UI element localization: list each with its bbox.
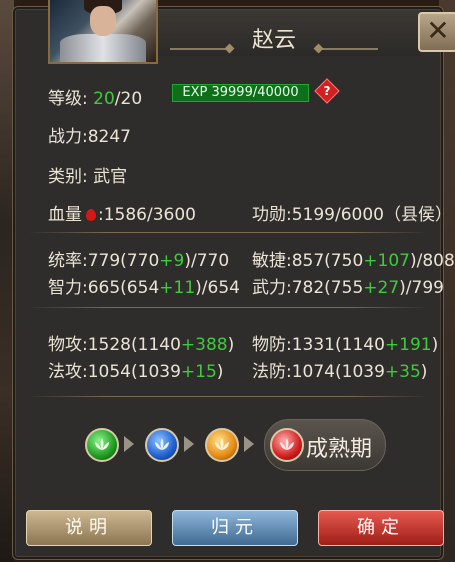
stat-mag-atk-bonus: +15 [180,362,217,382]
stat-mag-atk-base: 法攻:1054(1039 [48,362,181,382]
level-label: 等级: [48,89,88,109]
close-button[interactable]: ✕ [418,12,455,52]
confirm-button[interactable]: 确定 [318,510,444,546]
title-ornament-right [318,48,378,50]
level-current: 20 [93,89,115,109]
hero-name: 赵云 [251,28,296,53]
stat-phys-def-close: ) [431,335,439,355]
stat-mag-atk-close: ) [216,362,224,382]
stat-force: 武力:782(755+27)/799 [252,273,444,298]
reset-button[interactable]: 归元 [172,510,298,546]
stat-intellect-bonus: +11 [159,278,196,298]
arrow-right-icon [124,436,134,452]
stat-command: 统率:779(770+9)/770 [48,246,229,271]
growth-stage-4-lotus-icon[interactable] [270,428,304,462]
stat-phys-def: 物防:1331(1140+191) [252,330,438,355]
stat-intellect-max: )/654 [195,278,240,298]
stat-mag-atk: 法攻:1054(1039+15) [48,357,223,382]
merit-text: 功勋:5199/6000（县侯） [252,205,452,225]
hp-label: 血量 [48,205,82,225]
stat-phys-def-base: 物防:1331(1140 [252,335,385,355]
close-icon: ✕ [426,14,450,47]
portrait-armor [60,34,146,62]
category-row: 类别: 武官 [48,162,127,187]
category-label: 类别: [48,167,88,187]
arrow-right-icon [184,436,194,452]
hp-value: :1586/3600 [98,205,196,225]
title-ornament-left [170,48,230,50]
growth-stage-2-lotus-icon[interactable] [145,428,179,462]
level-max: /20 [114,89,143,109]
explain-button[interactable]: 说明 [26,510,152,546]
blood-drop-icon [86,209,96,221]
divider-3 [28,396,428,397]
stat-agility-bonus: +107 [363,251,410,271]
stat-phys-atk-base: 物攻:1528(1140 [48,335,181,355]
stat-phys-atk: 物攻:1528(1140+388) [48,330,234,355]
stat-command-bonus: +9 [159,251,185,271]
growth-stage-3-lotus-icon[interactable] [205,428,239,462]
stat-intellect-base: 智力:665(654 [48,278,160,298]
current-stage-label: 成熟期 [306,437,373,462]
portrait-face [90,6,116,36]
stat-agility-base: 敏捷:857(750 [252,251,364,271]
stat-agility: 敏捷:857(750+107)/808 [252,246,455,271]
divider-1 [28,232,428,233]
stat-mag-def-bonus: +35 [384,362,421,382]
stat-mag-def-close: ) [420,362,428,382]
stat-mag-def-base: 法防:1074(1039 [252,362,385,382]
divider-2 [28,307,428,308]
hero-portrait [48,0,158,64]
stat-phys-atk-bonus: +388 [180,335,228,355]
stat-phys-atk-close: ) [227,335,235,355]
stat-intellect: 智力:665(654+11)/654 [48,273,240,298]
stat-force-max: )/799 [399,278,444,298]
growth-stage-1-lotus-icon[interactable] [85,428,119,462]
stat-force-bonus: +27 [363,278,400,298]
arrow-right-icon [244,436,254,452]
power-text: 战力:8247 [48,127,131,147]
category-value: 武官 [93,167,128,187]
stat-force-base: 武力:782(755 [252,278,364,298]
stat-phys-def-bonus: +191 [384,335,432,355]
stat-mag-def: 法防:1074(1039+35) [252,357,427,382]
stat-command-base: 统率:779(770 [48,251,160,271]
stat-agility-max: )/808 [409,251,455,271]
level-row: 等级: 20/20 [48,84,142,109]
hp-row: 血量 :1586/3600 [48,200,196,225]
stat-command-max: )/770 [184,251,230,271]
exp-bar: EXP 39999/40000 [172,84,309,102]
